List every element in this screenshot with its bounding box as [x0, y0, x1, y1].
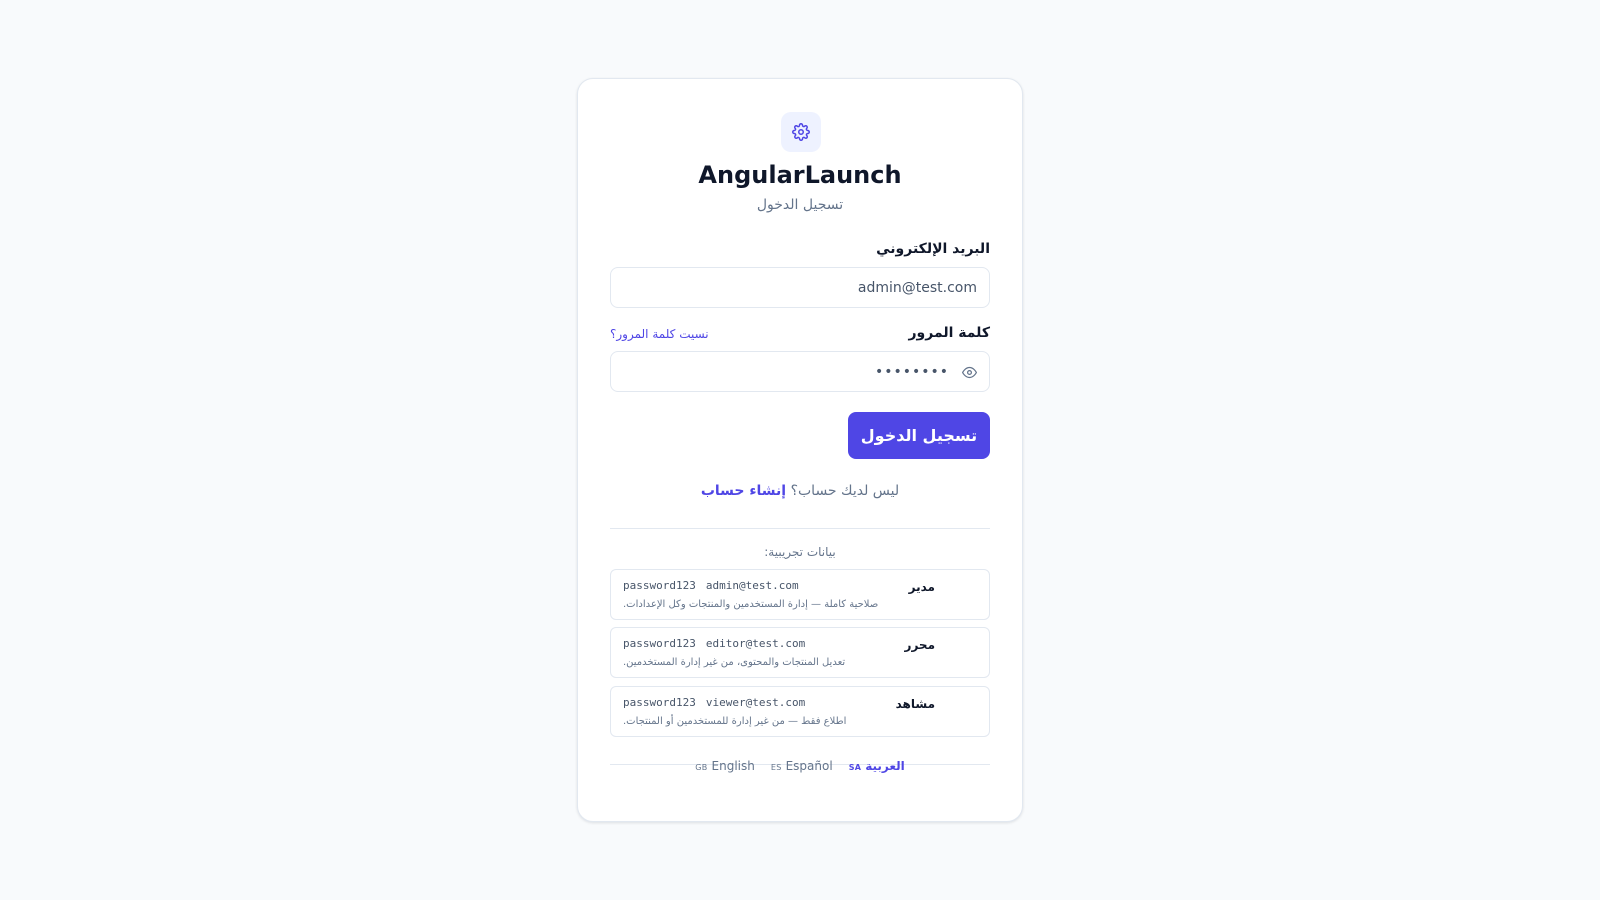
demo-email: editor@test.com	[705, 637, 806, 650]
demo-credentials: password123 editor@test.com	[623, 637, 805, 650]
language-code: GB	[695, 763, 708, 772]
demo-email: admin@test.com	[705, 579, 799, 592]
demo-credentials-title: بيانات تجريبية:	[764, 545, 836, 559]
email-label: البريد الإلكتروني	[876, 241, 990, 257]
language-option-en[interactable]: English GB	[695, 759, 755, 773]
demo-password: password123	[623, 579, 696, 592]
language-option-es[interactable]: Español ES	[771, 759, 833, 773]
demo-description: اطلاع فقط — من غير إدارة للمستخدمين أو ا…	[623, 716, 847, 727]
language-label: العربية	[865, 759, 905, 773]
demo-account-admin[interactable]: مدير password123 admin@test.com صلاحية كا…	[610, 569, 990, 620]
divider	[610, 528, 990, 529]
demo-description: صلاحية كاملة — إدارة المستخدمين والمنتجا…	[623, 599, 879, 610]
demo-credentials: password123 admin@test.com	[623, 579, 799, 592]
demo-password: password123	[623, 696, 696, 709]
page-subtitle: تسجيل الدخول	[756, 197, 844, 213]
demo-role: مدير	[908, 580, 935, 594]
password-label: كلمة المرور	[908, 325, 990, 341]
demo-credentials: password123 viewer@test.com	[623, 696, 805, 709]
demo-role: محرر	[904, 638, 935, 652]
email-field-wrapper	[610, 267, 990, 308]
password-field[interactable]	[611, 352, 989, 391]
language-option-ar[interactable]: العربية SA	[849, 759, 905, 773]
app-logo	[781, 112, 821, 152]
password-field-wrapper	[610, 351, 990, 392]
email-field[interactable]	[611, 268, 989, 307]
login-card: AngularLaunch تسجيل الدخول البريد الإلكت…	[577, 78, 1023, 822]
language-label: English	[711, 759, 755, 773]
language-label: Español	[785, 759, 833, 773]
demo-account-editor[interactable]: محرر password123 editor@test.com تعديل ال…	[610, 627, 990, 678]
app-title: AngularLaunch	[698, 161, 902, 189]
forgot-password-link[interactable]: نسيت كلمة المرور؟	[610, 327, 709, 341]
demo-role: مشاهد	[895, 697, 935, 711]
gear-icon	[792, 123, 810, 141]
language-code: ES	[770, 763, 782, 772]
language-code: SA	[848, 763, 862, 772]
signup-link[interactable]: إنشاء حساب	[701, 483, 786, 499]
login-button[interactable]: تسجيل الدخول	[848, 412, 990, 459]
demo-account-viewer[interactable]: مشاهد password123 viewer@test.com اطلاع ف…	[610, 686, 990, 737]
signup-prompt-text: ليس لديك حساب؟	[790, 483, 900, 499]
language-switcher: العربية SA Español ES English GB	[578, 759, 1022, 773]
demo-password: password123	[623, 637, 696, 650]
demo-email: viewer@test.com	[705, 696, 806, 709]
signup-prompt: ليس لديك حساب؟ إنشاء حساب	[578, 483, 1022, 499]
eye-icon[interactable]	[960, 363, 978, 381]
demo-description: تعديل المنتجات والمحتوى، من غير إدارة ال…	[623, 657, 846, 668]
